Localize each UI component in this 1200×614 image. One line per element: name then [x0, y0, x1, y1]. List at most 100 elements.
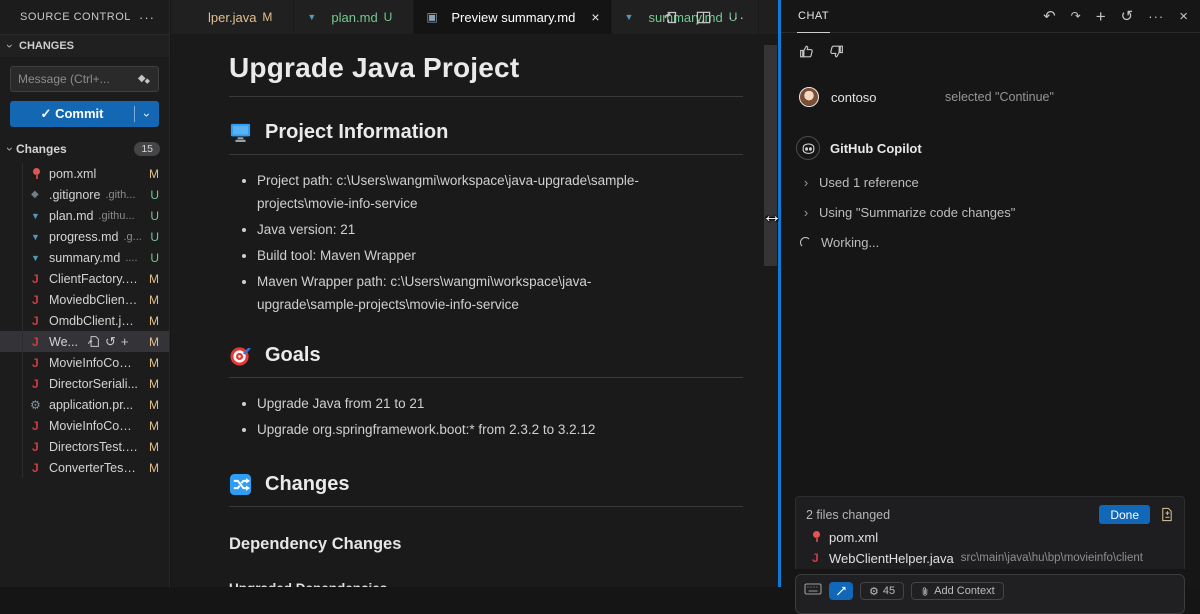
goals-list: Upgrade Java from 21 to 21Upgrade org.sp…	[241, 393, 743, 442]
changed-file-row[interactable]: WebClientHelper.java src\main\java\hu\bp…	[806, 550, 1174, 566]
file-name: progress.md	[49, 230, 118, 244]
step-label: Used 1 reference	[819, 175, 919, 190]
changed-file-row[interactable]: pom.xml	[806, 529, 1174, 545]
bullet-item: Upgrade Java from 21 to 21	[257, 393, 682, 416]
file-path-suffix: .g...	[123, 231, 141, 243]
avatar	[799, 87, 819, 107]
open-file-icon[interactable]	[87, 335, 100, 348]
commit-dropdown-button[interactable]: ›	[135, 107, 159, 122]
changed-file-list: pom.xml WebClientHelper.java src\main\ja…	[806, 529, 1174, 566]
user-action-text: selected "Continue"	[945, 90, 1054, 104]
assistant-name: GitHub Copilot	[830, 141, 922, 156]
editor-scrollbar[interactable]	[764, 45, 777, 266]
divider	[229, 377, 743, 378]
scm-file-row[interactable]: MoviedbClient... ↺ + M	[0, 289, 169, 310]
done-button[interactable]: Done	[1099, 505, 1150, 524]
chevron-right-icon: ›	[800, 205, 812, 220]
files-changed-summary: 2 files changed	[806, 508, 890, 522]
sparkle-icon[interactable]: ◆◆	[138, 73, 151, 84]
scm-file-row[interactable]: We... ↺ + M	[0, 331, 169, 352]
scm-file-row[interactable]: OmdbClient.ja... ↺ + M	[0, 310, 169, 331]
chat-mode-button[interactable]	[829, 582, 853, 600]
editor-tab[interactable]: plan.md U	[294, 0, 414, 34]
file-type-icon	[29, 418, 44, 434]
file-name: MovieInfoCont...	[49, 419, 138, 433]
git-status-letter: M	[143, 377, 159, 391]
file-type-icon	[29, 439, 44, 455]
open-changes-icon[interactable]	[663, 9, 679, 25]
file-type-icon	[29, 166, 44, 182]
git-status-letter: M	[143, 440, 159, 454]
commit-button[interactable]: ✓ Commit ›	[10, 101, 159, 127]
editor-more-icon[interactable]: ···	[728, 9, 745, 25]
attach-icon	[920, 586, 930, 597]
file-name: OmdbClient.ja...	[49, 314, 138, 328]
divider	[229, 154, 743, 155]
scm-file-row[interactable]: MovieInfoCont... ↺ + M	[0, 352, 169, 373]
file-name: ClientFactory.j...	[49, 272, 138, 286]
add-context-button[interactable]: Add Context	[911, 582, 1004, 600]
tab-label: lper.java	[208, 10, 256, 25]
discard-changes-icon[interactable]: ↺	[105, 335, 116, 348]
file-name: .gitignore	[49, 188, 100, 202]
editor-tab[interactable]: Preview summary.md ×	[414, 0, 611, 34]
scm-file-row[interactable]: DirectorsTest.j... ↺ + M	[0, 436, 169, 457]
history-icon[interactable]: ↺	[1121, 9, 1134, 24]
split-editor-icon[interactable]	[696, 10, 711, 25]
close-icon[interactable]: ×	[591, 9, 599, 25]
changes-tree-header[interactable]: › Changes 15	[0, 138, 169, 160]
new-chat-icon[interactable]: +	[1096, 8, 1106, 25]
scm-file-row[interactable]: DirectorSeriali... ↺ + M	[0, 373, 169, 394]
git-status-letter: M	[143, 419, 159, 433]
divider	[229, 506, 743, 507]
files-changed-panel: 2 files changed Done pom.xml	[795, 496, 1185, 569]
scm-file-row[interactable]: application.pr... ↺ + M	[0, 394, 169, 415]
scm-file-row[interactable]: MovieInfoCont... ↺ + M	[0, 415, 169, 436]
working-label: Working...	[821, 235, 879, 250]
assistant-step[interactable]: › Using "Summarize code changes"	[781, 205, 1200, 220]
file-name: WebClientHelper.java	[829, 551, 954, 566]
file-name: ConverterTest.j...	[49, 461, 138, 475]
scm-file-row[interactable]: pom.xml ↺ + M	[0, 163, 169, 184]
chat-more-icon[interactable]: ···	[1148, 10, 1164, 23]
tab-label: plan.md	[331, 10, 377, 25]
editor-tab[interactable]: lper.java M	[171, 0, 294, 34]
file-type-icon	[623, 9, 638, 25]
close-icon[interactable]: ×	[1179, 9, 1188, 24]
assistant-step[interactable]: › Used 1 reference	[781, 175, 1200, 190]
changes-count-badge: 15	[134, 142, 160, 156]
subsection-title: Dependency Changes	[229, 535, 743, 554]
changes-section-header[interactable]: › CHANGES	[0, 34, 169, 57]
file-name: summary.md	[49, 251, 120, 265]
scm-file-row[interactable]: ClientFactory.j... ↺ + M	[0, 268, 169, 289]
scm-file-row[interactable]: summary.md .... ↺ + U	[0, 247, 169, 268]
reference-count-pill[interactable]: ⚙ 45	[860, 582, 904, 600]
view-diff-icon[interactable]	[1159, 507, 1174, 522]
copilot-icon	[796, 136, 820, 160]
file-path-suffix: .gith...	[105, 189, 135, 201]
file-type-icon	[29, 187, 44, 203]
editor-actions: ···	[649, 0, 759, 34]
scm-file-row[interactable]: plan.md .githu... ↺ + U	[0, 205, 169, 226]
file-type-icon	[29, 229, 44, 245]
user-name: contoso	[831, 90, 931, 105]
panel-resize-sash[interactable]	[778, 0, 781, 587]
thumbs-down-icon[interactable]	[828, 43, 845, 60]
user-message-row: contoso selected "Continue"	[781, 87, 1200, 107]
source-control-sidebar: SOURCE CONTROL ··· › CHANGES Message (Ct…	[0, 0, 170, 587]
keyboard-icon[interactable]	[804, 582, 822, 596]
stage-changes-icon[interactable]: +	[121, 335, 129, 348]
thumbs-up-icon[interactable]	[798, 43, 815, 60]
redo-icon[interactable]: ↷	[1071, 10, 1081, 22]
file-type-icon	[425, 9, 440, 25]
chat-input-box[interactable]: ⚙ 45 Add Context	[795, 574, 1185, 614]
assistant-header-row: GitHub Copilot	[781, 136, 1200, 160]
scm-file-row[interactable]: ConverterTest.j... ↺ + M	[0, 457, 169, 478]
chat-tab[interactable]: CHAT	[797, 0, 830, 33]
scm-file-row[interactable]: .gitignore .gith... ↺ + U	[0, 184, 169, 205]
target-icon	[229, 344, 252, 367]
scm-file-row[interactable]: progress.md .g... ↺ + U	[0, 226, 169, 247]
commit-message-input[interactable]: Message (Ctrl+... ◆◆	[10, 66, 159, 92]
undo-icon[interactable]: ↶	[1043, 9, 1056, 24]
sidebar-more-icon[interactable]: ···	[139, 10, 155, 25]
